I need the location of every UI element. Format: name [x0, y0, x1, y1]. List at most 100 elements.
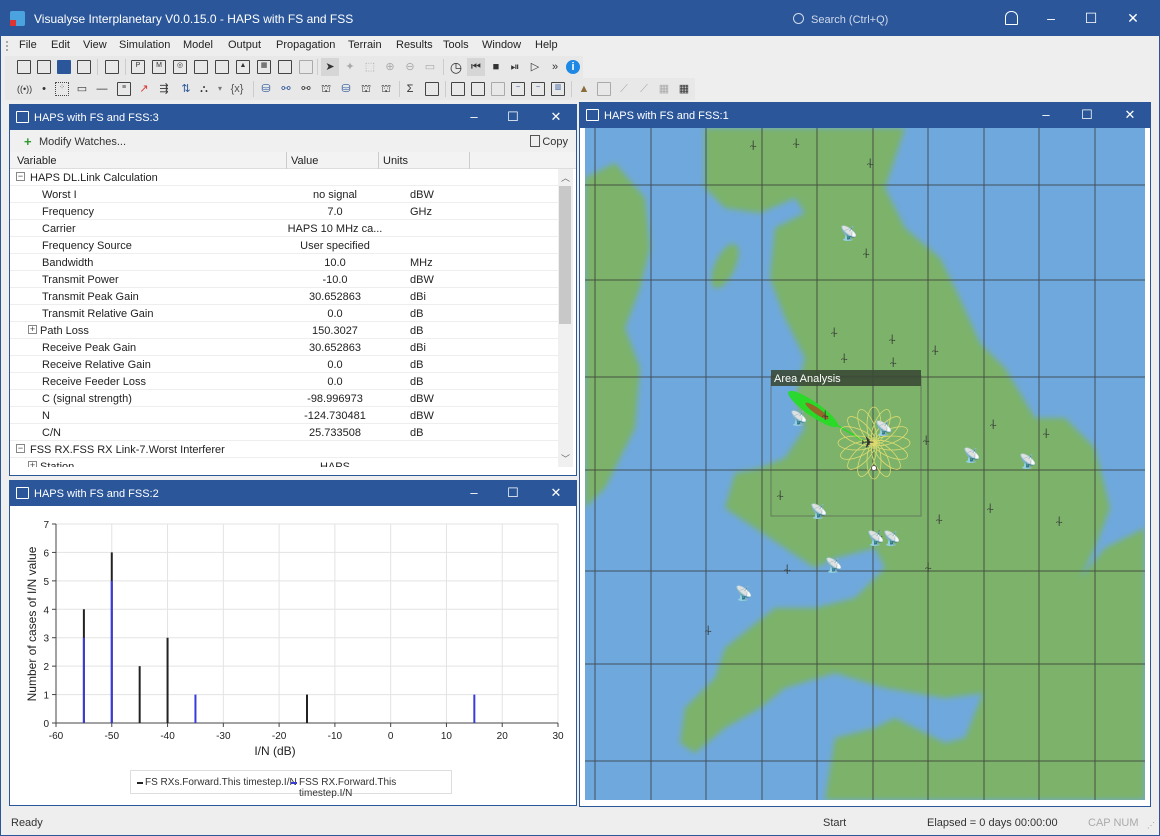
- step-icon[interactable]: ⏯: [508, 60, 522, 74]
- menu-terrain[interactable]: Terrain: [348, 39, 382, 51]
- watch-scrollbar[interactable]: ︿ ﹀: [558, 169, 573, 467]
- zoom-in-icon[interactable]: ⊕: [383, 60, 397, 74]
- close-button[interactable]: ✕: [1123, 10, 1143, 27]
- station-user-icon[interactable]: ⛁: [339, 82, 353, 96]
- column-divider[interactable]: [469, 152, 470, 169]
- fs-tower-icon[interactable]: ⍭: [924, 559, 932, 575]
- minimize-button[interactable]: –: [1041, 10, 1061, 26]
- fs-tower-icon[interactable]: ⍭: [1055, 513, 1063, 529]
- map-window-titlebar[interactable]: HAPS with FS and FSS:1 – ☐ ✕: [580, 103, 1150, 128]
- fs-tower-icon[interactable]: ⍭: [931, 342, 939, 358]
- fss-dish-icon[interactable]: 📡: [825, 556, 844, 575]
- fast-forward-icon[interactable]: »: [548, 60, 562, 74]
- watch-window-titlebar[interactable]: HAPS with FS and FSS:3 – ☐ ✕: [10, 105, 576, 130]
- watch-row[interactable]: Carrier HAPS 10 MHz ca...: [10, 220, 558, 237]
- scroll-down-icon[interactable]: ﹀: [561, 452, 570, 465]
- grid-points-icon[interactable]: ⁘: [55, 82, 69, 96]
- resize-grip-icon[interactable]: ⋰: [1147, 821, 1155, 830]
- fs-tower-icon[interactable]: ⍭: [862, 245, 870, 261]
- fss-dish-icon[interactable]: 📡: [883, 529, 902, 548]
- line-icon[interactable]: —: [95, 82, 109, 96]
- fs-tower-icon[interactable]: ⍭: [989, 416, 997, 432]
- column-divider[interactable]: [286, 152, 287, 169]
- fs-tower-icon[interactable]: ⍭: [986, 500, 994, 516]
- area-add-icon[interactable]: [597, 82, 611, 96]
- page-p-icon[interactable]: P: [131, 60, 145, 74]
- plot-icon[interactable]: ~: [511, 82, 525, 96]
- page-table-icon[interactable]: ▦: [257, 60, 271, 74]
- fs-tower-icon[interactable]: ⍭: [830, 324, 838, 340]
- haps-ground-point[interactable]: [871, 465, 877, 471]
- antenna-icon[interactable]: ((•)): [17, 82, 32, 96]
- watch-row[interactable]: C (signal strength) -98.996973 dBW: [10, 390, 558, 407]
- fs-tower-icon[interactable]: ⍭: [821, 407, 829, 423]
- column-divider[interactable]: [378, 152, 379, 169]
- watch-row[interactable]: Receive Peak Gain 30.652863 dBi: [10, 339, 558, 356]
- fs-tower-icon[interactable]: ⍭: [749, 137, 757, 153]
- fss-dish-icon[interactable]: 📡: [790, 409, 809, 428]
- play-icon[interactable]: ▷: [528, 60, 542, 74]
- fs-tower-icon[interactable]: ⍭: [1042, 425, 1050, 441]
- watch-row[interactable]: + Station HAPS: [10, 458, 558, 467]
- chart-maximize-button[interactable]: ☐: [505, 485, 521, 501]
- fss-dish-icon[interactable]: 📡: [963, 446, 982, 465]
- plot2-icon[interactable]: ~: [531, 82, 545, 96]
- station-out-icon[interactable]: ⛫: [379, 82, 393, 96]
- expand-icon[interactable]: +: [28, 461, 37, 467]
- haps-aircraft-icon[interactable]: ✈: [861, 435, 874, 452]
- station-in-icon[interactable]: ⛫: [359, 82, 373, 96]
- station-group-icon[interactable]: ⛬: [197, 82, 211, 96]
- building-filter-icon[interactable]: ▦: [677, 82, 691, 96]
- expand-icon[interactable]: +: [28, 325, 37, 334]
- copy-icon[interactable]: [105, 60, 119, 74]
- fss-dish-icon[interactable]: 📡: [875, 419, 894, 438]
- reset-icon[interactable]: ⏮: [467, 58, 485, 76]
- copy-button[interactable]: Copy: [542, 136, 568, 148]
- page-disabled-icon[interactable]: [299, 60, 313, 74]
- dropdown-arrow-icon[interactable]: ▾: [213, 82, 227, 96]
- watch-row[interactable]: N -124.730481 dBW: [10, 407, 558, 424]
- open-icon[interactable]: [37, 60, 51, 74]
- menu-file[interactable]: File: [19, 39, 37, 51]
- watch-row[interactable]: + Path Loss 150.3027 dB: [10, 322, 558, 339]
- menu-window[interactable]: Window: [482, 39, 521, 51]
- watch-maximize-button[interactable]: ☐: [505, 109, 521, 125]
- modify-watches-button[interactable]: Modify Watches...: [39, 136, 126, 148]
- page-wave-icon[interactable]: [278, 60, 292, 74]
- watch-minimize-button[interactable]: –: [466, 109, 482, 124]
- menu-help[interactable]: Help: [535, 39, 558, 51]
- histogram-icon[interactable]: ▥: [551, 82, 565, 96]
- page-network-icon[interactable]: [194, 60, 208, 74]
- watch-row[interactable]: Receive Feeder Loss 0.0 dB: [10, 373, 558, 390]
- new-icon[interactable]: [17, 60, 31, 74]
- fs-tower-icon[interactable]: ⍭: [866, 155, 874, 171]
- watch-window-icon[interactable]: [451, 82, 465, 96]
- map-maximize-button[interactable]: ☐: [1079, 107, 1095, 123]
- column-value[interactable]: Value: [291, 155, 318, 167]
- map-view[interactable]: Area Analysis ✈ ⍭ ⍭ ⍭ ⍭ ⍭ ⍭ ⍭ ⍭ ⍭ ⍭ ⍭ ⍭ ⍭ ⍭ ⍭ ⍭ ⍭ ⍭ ⍭ ⍭ ⍭ 📡 📡 📡…: [585, 128, 1145, 800]
- collapse-icon[interactable]: −: [16, 444, 25, 453]
- menu-output[interactable]: Output: [228, 39, 261, 51]
- link-icon[interactable]: ⇶: [157, 82, 171, 96]
- page-terrain-icon[interactable]: ▲: [236, 60, 250, 74]
- station-link-icon[interactable]: ⚯: [279, 82, 293, 96]
- maximize-button[interactable]: ☐: [1081, 10, 1101, 27]
- fs-tower-icon[interactable]: ⍭: [776, 487, 784, 503]
- map-canvas[interactable]: Area Analysis ✈ ⍭ ⍭⍭⍭⍭⍭⍭ ⍭⍭⍭⍭⍭⍭⍭⍭⍭⍭⍭⍭⍭⍭📡📡📡…: [585, 128, 1145, 800]
- map-view-icon[interactable]: [471, 82, 485, 96]
- fs-tower-icon[interactable]: ⍭: [783, 561, 791, 577]
- watch-row[interactable]: Frequency Source User specified: [10, 237, 558, 254]
- search-box[interactable]: Search (Ctrl+Q): [793, 12, 888, 26]
- menu-results[interactable]: Results: [396, 39, 433, 51]
- save-icon[interactable]: [57, 60, 71, 74]
- fs-tower-icon[interactable]: ⍭: [840, 350, 848, 366]
- fss-dish-icon[interactable]: 📡: [840, 224, 859, 243]
- arrows-icon[interactable]: ⇅: [179, 82, 193, 96]
- select-area-icon[interactable]: ⬚: [363, 60, 377, 74]
- page-globe-icon[interactable]: ◎: [173, 60, 187, 74]
- fss-dish-icon[interactable]: 📡: [1019, 452, 1038, 471]
- clock-icon[interactable]: ◷: [449, 60, 463, 74]
- path-select-icon[interactable]: ⟋: [637, 82, 651, 96]
- menu-view[interactable]: View: [83, 39, 107, 51]
- info-icon[interactable]: i: [566, 60, 580, 74]
